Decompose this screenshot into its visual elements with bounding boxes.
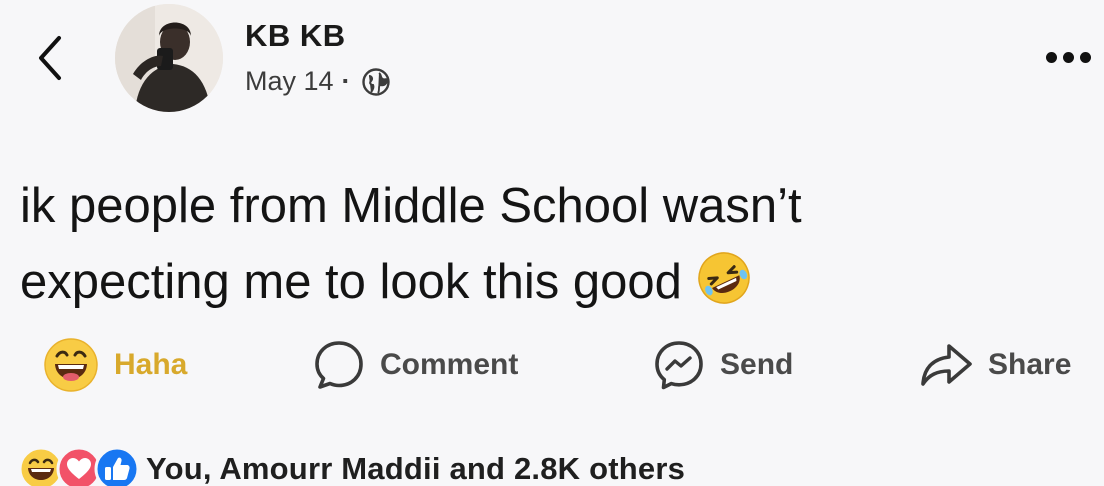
meta-separator: · — [341, 66, 351, 96]
reaction-button[interactable]: Haha — [42, 330, 187, 400]
chevron-left-icon — [39, 36, 61, 80]
haha-emoji-icon — [44, 338, 98, 392]
comment-label: Comment — [380, 348, 519, 381]
reaction-label: Haha — [114, 348, 188, 381]
send-label: Send — [720, 348, 794, 381]
share-arrow-icon — [921, 344, 972, 386]
send-button[interactable]: Send — [652, 330, 793, 400]
more-dot — [1062, 51, 1074, 63]
avatar[interactable] — [115, 4, 223, 112]
like-icon — [94, 446, 140, 486]
post-date[interactable]: May 14 — [245, 66, 334, 97]
action-bar: Haha Comment Send Share — [0, 330, 1104, 400]
author-name[interactable]: KB KB — [245, 18, 346, 54]
more-dot — [1045, 51, 1057, 63]
post-meta: May 14 · — [245, 66, 391, 97]
post-text: ik people from Middle School wasn’t expe… — [20, 168, 1020, 320]
post-view: KB KB May 14 · ik people from Middle Sch… — [0, 0, 1104, 486]
reactions-text: You, Amourr Maddii and 2.8K others — [146, 451, 686, 486]
rolling-laughing-emoji-icon — [698, 252, 750, 304]
messenger-icon — [655, 341, 703, 390]
share-button[interactable]: Share — [918, 330, 1071, 400]
reaction-icons — [18, 446, 140, 486]
post-text-line-2: expecting me to look this good — [20, 244, 1020, 320]
comment-button[interactable]: Comment — [312, 330, 518, 400]
post-text-line: ik people from Middle School wasn’t — [20, 179, 802, 233]
post-text-line: expecting me to look this good — [20, 255, 682, 309]
more-dot — [1079, 51, 1091, 63]
share-label: Share — [988, 348, 1072, 381]
comment-icon — [315, 341, 363, 389]
globe-icon — [361, 67, 390, 96]
back-button[interactable] — [30, 30, 70, 86]
more-options-button[interactable] — [1038, 40, 1098, 74]
reactions-summary[interactable]: You, Amourr Maddii and 2.8K others — [18, 444, 685, 486]
